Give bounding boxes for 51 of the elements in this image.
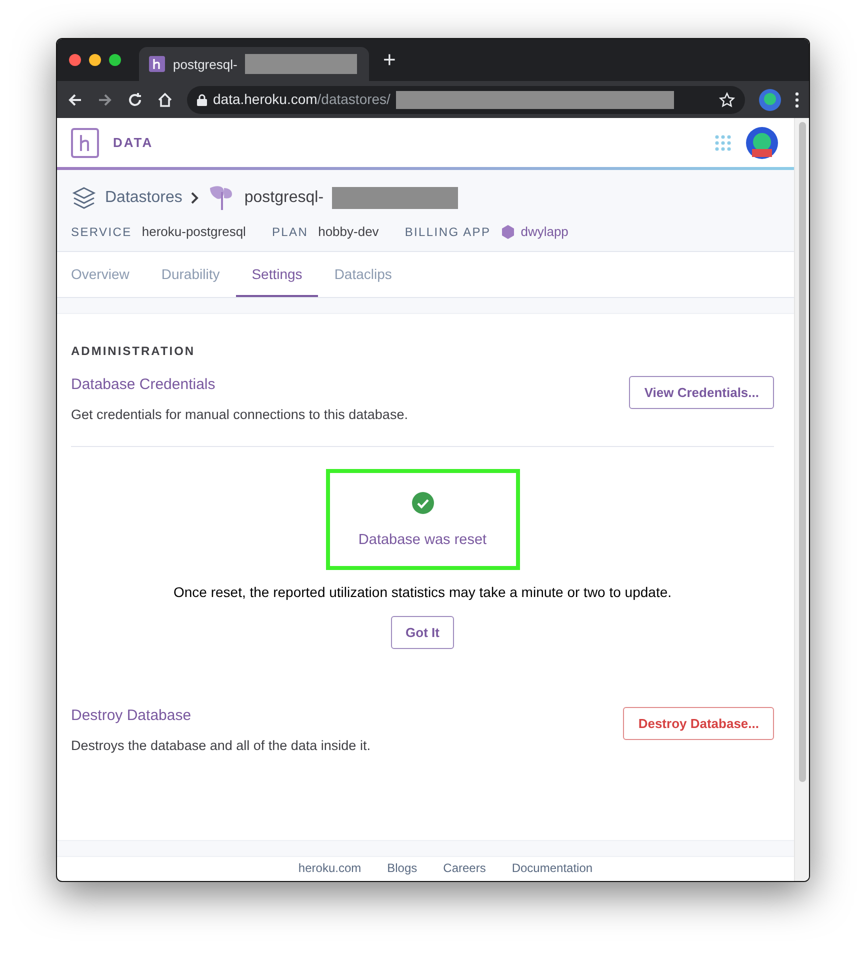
avatar-icon[interactable] [759, 88, 781, 110]
destroy-description: Destroys the database and all of the data inside it. [71, 738, 370, 753]
destroy-title: Destroy Database [71, 707, 192, 724]
lock-icon [197, 94, 207, 106]
view-credentials-button[interactable]: View Credentials... [629, 376, 774, 409]
url-host: data.heroku.com [213, 90, 318, 106]
footer-link[interactable]: Careers [443, 861, 486, 875]
brand-title: DATA [113, 135, 154, 150]
nav-tab[interactable]: Overview [71, 252, 146, 297]
avatar-icon[interactable] [746, 126, 778, 158]
nav-tab[interactable]: Durability [145, 252, 236, 297]
forward-icon[interactable] [97, 92, 113, 108]
meta-label: PLAN [272, 224, 308, 238]
credentials-title: Database Credentials [71, 376, 216, 393]
hexagon-icon [500, 224, 515, 238]
footer-link[interactable]: Documentation [512, 861, 593, 875]
star-icon[interactable] [719, 92, 735, 108]
scrollbar-thumb[interactable] [798, 122, 806, 782]
got-it-button[interactable]: Got It [390, 616, 454, 649]
stack-icon [71, 185, 97, 211]
menu-icon[interactable] [795, 92, 799, 108]
footer-link[interactable]: Blogs [387, 861, 418, 875]
footer-link[interactable]: heroku.com [298, 861, 362, 875]
tab-title: postgresql- [173, 56, 238, 72]
breadcrumb-link[interactable]: Datastores [105, 189, 182, 207]
notice-title: Database was reset [358, 532, 487, 548]
destroy-database-button[interactable]: Destroy Database... [623, 707, 774, 740]
new-tab-button[interactable]: + [383, 47, 396, 73]
credentials-description: Get credentials for manual connections to this database. [71, 407, 408, 422]
datastore-name: postgresql- [244, 189, 324, 207]
heroku-icon [149, 56, 165, 72]
meta-value: heroku-postgresql [142, 224, 246, 239]
heroku-logo-icon [71, 128, 99, 158]
nav-tab[interactable]: Dataclips [318, 252, 408, 297]
url-path: /datastores/ [317, 90, 390, 106]
reload-icon[interactable] [127, 92, 143, 108]
minimize-icon[interactable] [89, 54, 101, 66]
success-check-icon [412, 492, 434, 514]
chevron-icon [190, 191, 200, 205]
billing-app-link[interactable]: dwylapp [520, 224, 568, 239]
address-bar[interactable]: data.heroku.com/datastores/ [187, 86, 745, 114]
browser-tab[interactable]: postgresql- [139, 47, 369, 81]
home-icon[interactable] [157, 92, 173, 108]
meta-label: BILLING APP [404, 224, 491, 238]
notice-message: Once reset, the reported utilization statistics may take a minute or two to update. [173, 584, 672, 600]
meta-label: SERVICE [71, 224, 132, 238]
back-icon[interactable] [67, 92, 83, 108]
close-icon[interactable] [69, 54, 81, 66]
maximize-icon[interactable] [109, 54, 121, 66]
meta-value: hobby-dev [318, 224, 379, 239]
section-title: ADMINISTRATION [71, 344, 196, 358]
